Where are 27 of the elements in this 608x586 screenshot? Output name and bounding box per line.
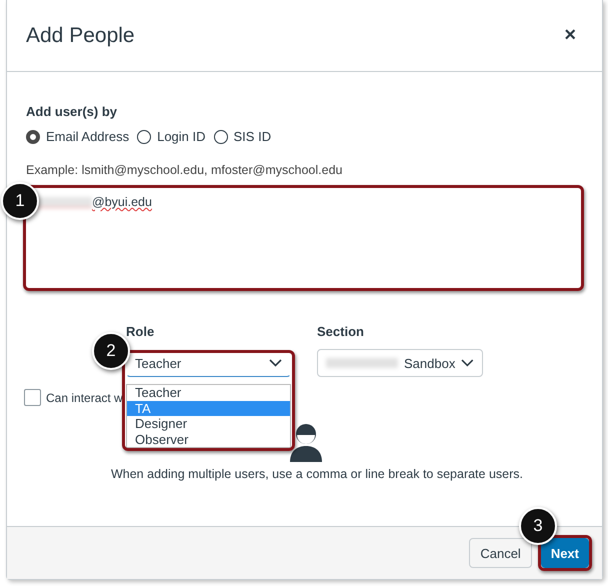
input-field[interactable]: @byui.edu <box>26 188 581 288</box>
chevron-down-icon <box>269 359 282 367</box>
radio-label[interactable]: Email Address <box>46 129 130 144</box>
help-text: When adding multiple users, use a comma or line break to separate users. <box>110 467 524 481</box>
dropdown-option[interactable]: Observer <box>127 432 290 447</box>
cancel-button[interactable]: Cancel <box>469 538 532 568</box>
field-label: Section <box>317 324 365 339</box>
checkbox-label[interactable]: Can interact w <box>46 390 123 404</box>
blurred-text <box>36 197 92 208</box>
radio-label[interactable]: Login ID <box>157 129 206 144</box>
person-icon <box>288 422 324 462</box>
dropdown-option[interactable]: Teacher <box>127 385 290 400</box>
checkbox[interactable] <box>24 389 41 406</box>
radio-label[interactable]: SIS ID <box>234 129 272 144</box>
callout-badge: 3 <box>519 507 557 545</box>
field-label: Add user(s) by <box>26 104 118 119</box>
chevron-down-icon <box>461 359 474 367</box>
callout-badge: 1 <box>1 182 39 220</box>
example-text: Example: lsmith@myschool.edu, mfoster@myschool.edu <box>26 163 344 177</box>
radio-button[interactable] <box>137 130 152 144</box>
section-dropdown[interactable]: Sandbox <box>317 349 483 377</box>
radio-button[interactable] <box>214 130 228 144</box>
next-button[interactable]: Next <box>540 538 589 568</box>
radio-button[interactable] <box>26 130 40 144</box>
dropdown-option[interactable]: Designer <box>127 416 290 432</box>
close-button[interactable]: × <box>560 24 580 47</box>
dialog-title: Add People <box>26 24 135 48</box>
